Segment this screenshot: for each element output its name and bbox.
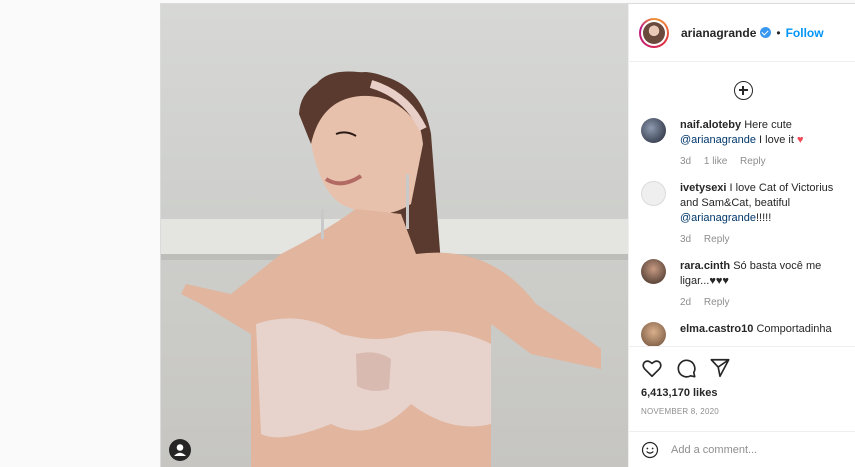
add-comment-bar: Add a comment... xyxy=(629,431,855,467)
post-header: arianagrande • Follow xyxy=(629,4,855,62)
post-sidebar: arianagrande • Follow naif.aloteby Here … xyxy=(628,4,855,467)
reply-button[interactable]: Reply xyxy=(704,234,730,245)
comment-input[interactable]: Add a comment... xyxy=(671,444,757,456)
comment-text: naif.aloteby Here cute @arianagrande I l… xyxy=(680,118,845,148)
comments-list[interactable]: naif.aloteby Here cute @arianagrande I l… xyxy=(629,62,855,346)
comment-age: 3d xyxy=(680,156,692,167)
comment-body: Here cute xyxy=(744,119,792,131)
comment-text: elma.castro10 Comportadinha xyxy=(680,322,832,346)
post-photo[interactable] xyxy=(161,4,628,467)
photo-illustration xyxy=(161,71,628,467)
follow-button[interactable]: Follow xyxy=(786,26,824,40)
avatar[interactable] xyxy=(641,118,666,143)
heart-emoji-icon: ♥ xyxy=(796,134,804,146)
post-dialog: arianagrande • Follow naif.aloteby Here … xyxy=(160,3,855,467)
comment-body: !!!!! xyxy=(756,212,772,224)
comment-body: Comportadinha xyxy=(756,323,832,335)
avatar[interactable] xyxy=(641,181,666,206)
heart-icon[interactable] xyxy=(641,357,663,379)
comment-meta: 3d 1 like Reply xyxy=(680,156,845,167)
comment-item: ivetysexi I love Cat of Victorius and Sa… xyxy=(629,181,855,245)
post-actions: 6,413,170 likes NOVEMBER 8, 2020 xyxy=(629,346,855,416)
comment-meta: 3d Reply xyxy=(680,234,845,245)
comment-username[interactable]: naif.aloteby xyxy=(680,119,741,131)
comment-item: elma.castro10 Comportadinha xyxy=(629,322,855,346)
mention-link[interactable]: @arianagrande xyxy=(680,134,756,146)
avatar[interactable] xyxy=(639,17,669,48)
post-date: NOVEMBER 8, 2020 xyxy=(641,407,719,416)
separator-dot: • xyxy=(776,25,781,40)
avatar[interactable] xyxy=(641,259,666,284)
verified-badge-icon xyxy=(760,27,772,38)
reply-button[interactable]: Reply xyxy=(704,297,730,308)
reply-button[interactable]: Reply xyxy=(740,156,766,167)
comment-body: I love it xyxy=(756,134,797,146)
likes-count[interactable]: 6,413,170 likes xyxy=(629,381,855,399)
comment-icon[interactable] xyxy=(675,357,697,379)
share-icon[interactable] xyxy=(709,357,731,379)
comment-meta: 2d Reply xyxy=(680,297,845,308)
comment-text: rara.cinth Só basta você me ligar...♥♥♥ xyxy=(680,259,845,289)
comment-item: naif.aloteby Here cute @arianagrande I l… xyxy=(629,118,855,167)
comment-age: 3d xyxy=(680,234,692,245)
comment-username[interactable]: ivetysexi xyxy=(680,182,726,194)
load-more-comments-icon[interactable] xyxy=(733,80,753,100)
comment-age: 2d xyxy=(680,297,692,308)
comment-item: rara.cinth Só basta você me ligar...♥♥♥ … xyxy=(629,259,855,308)
comment-username[interactable]: elma.castro10 xyxy=(680,323,753,335)
comment-likes[interactable]: 1 like xyxy=(704,156,727,167)
avatar[interactable] xyxy=(641,322,666,346)
emoji-icon[interactable] xyxy=(641,441,659,459)
mention-link[interactable]: @arianagrande xyxy=(680,212,756,224)
user-tag-icon[interactable] xyxy=(169,439,191,461)
comment-username[interactable]: rara.cinth xyxy=(680,260,730,272)
load-more-row xyxy=(629,62,855,118)
username-link[interactable]: arianagrande xyxy=(681,26,756,40)
action-icons xyxy=(629,347,855,381)
comment-text: ivetysexi I love Cat of Victorius and Sa… xyxy=(680,181,845,226)
